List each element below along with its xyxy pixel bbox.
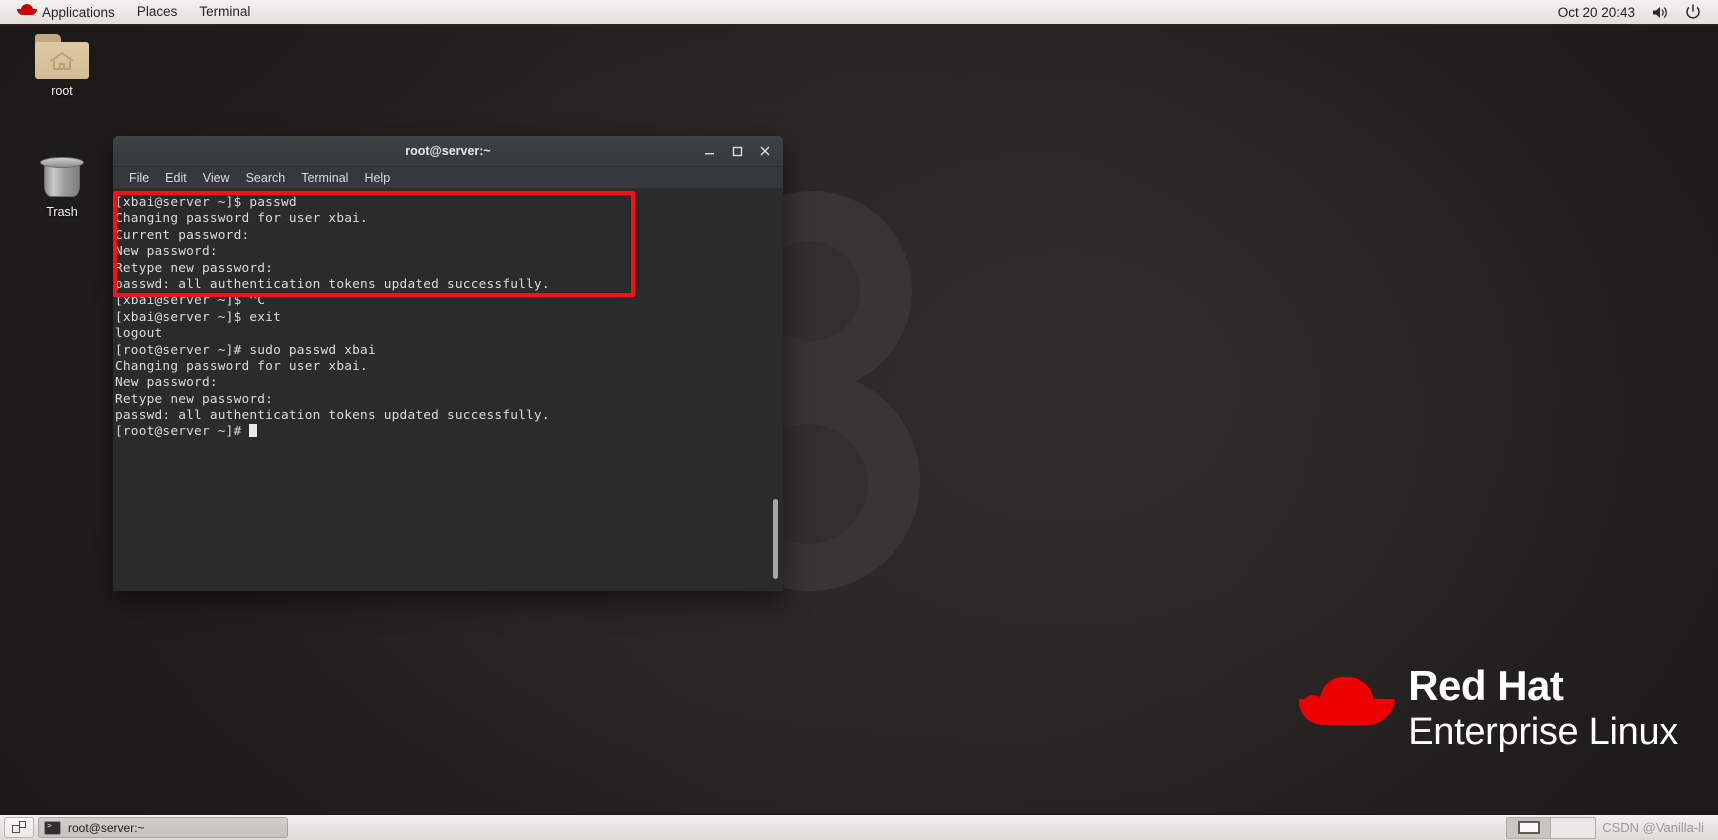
terminal-line: New password:	[115, 375, 218, 391]
menu-terminal[interactable]: Terminal	[293, 169, 356, 187]
redhat-hat-logo-icon	[1297, 675, 1396, 731]
terminal-line: [xbai@server ~]$ exit	[115, 309, 281, 325]
maximize-icon	[732, 146, 742, 156]
terminal-window-title: root@server:~	[405, 144, 491, 158]
house-glyph-icon	[50, 51, 74, 70]
menu-help[interactable]: Help	[356, 169, 398, 187]
desktop-wallpaper: root Trash Red Hat Enterprise Linux root…	[0, 26, 1718, 813]
terminal-line: Changing password for user xbai.	[115, 358, 368, 374]
terminal-cursor	[249, 424, 258, 438]
terminal-scrollbar[interactable]	[771, 189, 781, 591]
redhat-fedora-icon	[17, 2, 37, 17]
taskbar-window-button-terminal[interactable]: root@server:~	[38, 817, 288, 838]
close-icon	[760, 146, 770, 156]
terminal-menu[interactable]: Terminal	[188, 0, 261, 24]
terminal-line: [root@server ~]# sudo passwd xbai	[115, 342, 376, 358]
menu-file[interactable]: File	[121, 169, 157, 187]
terminal-line: Retype new password:	[115, 391, 274, 407]
terminal-menubar[interactable]: File Edit View Search Terminal Help	[113, 167, 783, 189]
terminal-line: [xbai@server ~]$ passwd	[115, 195, 297, 210]
terminal-line: passwd: all authentication tokens update…	[115, 408, 550, 424]
terminal-line: New password:	[115, 244, 218, 260]
workspace-switcher[interactable]	[1506, 816, 1597, 839]
menu-search[interactable]: Search	[238, 169, 294, 187]
terminal-text: [xbai@server ~]$ passwd Changing password…	[115, 195, 767, 441]
show-desktop-button[interactable]	[4, 817, 34, 838]
terminal-scrollbar-thumb[interactable]	[773, 499, 778, 579]
menu-edit[interactable]: Edit	[157, 169, 195, 187]
terminal-window[interactable]: root@server:~ File Edit View Search Term…	[113, 136, 783, 591]
desktop-icon-label: Trash	[46, 205, 78, 219]
terminal-icon	[44, 820, 61, 835]
home-folder-icon	[35, 34, 89, 79]
desktop-icon-label: root	[51, 84, 73, 98]
bottom-taskbar: root@server:~ CSDN @Vanilla-li	[0, 813, 1718, 840]
terminal-line: Current password:	[115, 227, 250, 243]
terminal-line: passwd: all authentication tokens update…	[115, 276, 550, 292]
workspace-2[interactable]	[1551, 818, 1595, 838]
terminal-line: Retype new password:	[115, 260, 274, 276]
power-button[interactable]	[1678, 2, 1708, 22]
terminal-output-area[interactable]: [xbai@server ~]$ passwd Changing password…	[113, 189, 783, 591]
terminal-line: [xbai@server ~]$ ^C	[115, 293, 266, 309]
terminal-line: Changing password for user xbai.	[115, 211, 368, 227]
menu-view[interactable]: View	[195, 169, 238, 187]
terminal-titlebar[interactable]: root@server:~	[113, 136, 783, 167]
close-button[interactable]	[751, 139, 779, 163]
workspace-1[interactable]	[1507, 817, 1552, 838]
top-panel: Applications Places Terminal Oct 20 20:4…	[0, 0, 1718, 26]
terminal-line: logout	[115, 326, 163, 342]
trash-can-icon	[40, 154, 84, 200]
watermark-text: CSDN @Vanilla-li	[1602, 820, 1704, 835]
volume-button[interactable]	[1645, 3, 1676, 22]
brand-line-1: Red Hat	[1408, 662, 1564, 709]
desktop-icon-root-home[interactable]: root	[16, 34, 108, 98]
terminal-prompt-text: [root@server ~]#	[115, 424, 250, 440]
applications-menu[interactable]: Applications	[6, 0, 126, 25]
volume-icon	[1653, 6, 1667, 18]
places-menu[interactable]: Places	[126, 0, 189, 24]
rhel-branding: Red Hat Enterprise Linux	[1297, 662, 1678, 753]
show-desktop-icon	[11, 821, 27, 834]
taskbar-window-label: root@server:~	[68, 820, 145, 835]
desktop-icon-trash[interactable]: Trash	[16, 154, 108, 219]
terminal-prompt-line: [root@server ~]#	[115, 424, 767, 440]
clock[interactable]: Oct 20 20:43	[1550, 3, 1643, 22]
minimize-icon	[704, 152, 714, 154]
maximize-button[interactable]	[723, 139, 751, 163]
power-icon	[1686, 4, 1700, 19]
minimize-button[interactable]	[695, 139, 723, 163]
workspace-preview-icon	[1517, 821, 1540, 834]
brand-line-2: Enterprise Linux	[1408, 711, 1678, 753]
applications-menu-label: Applications	[42, 5, 115, 20]
